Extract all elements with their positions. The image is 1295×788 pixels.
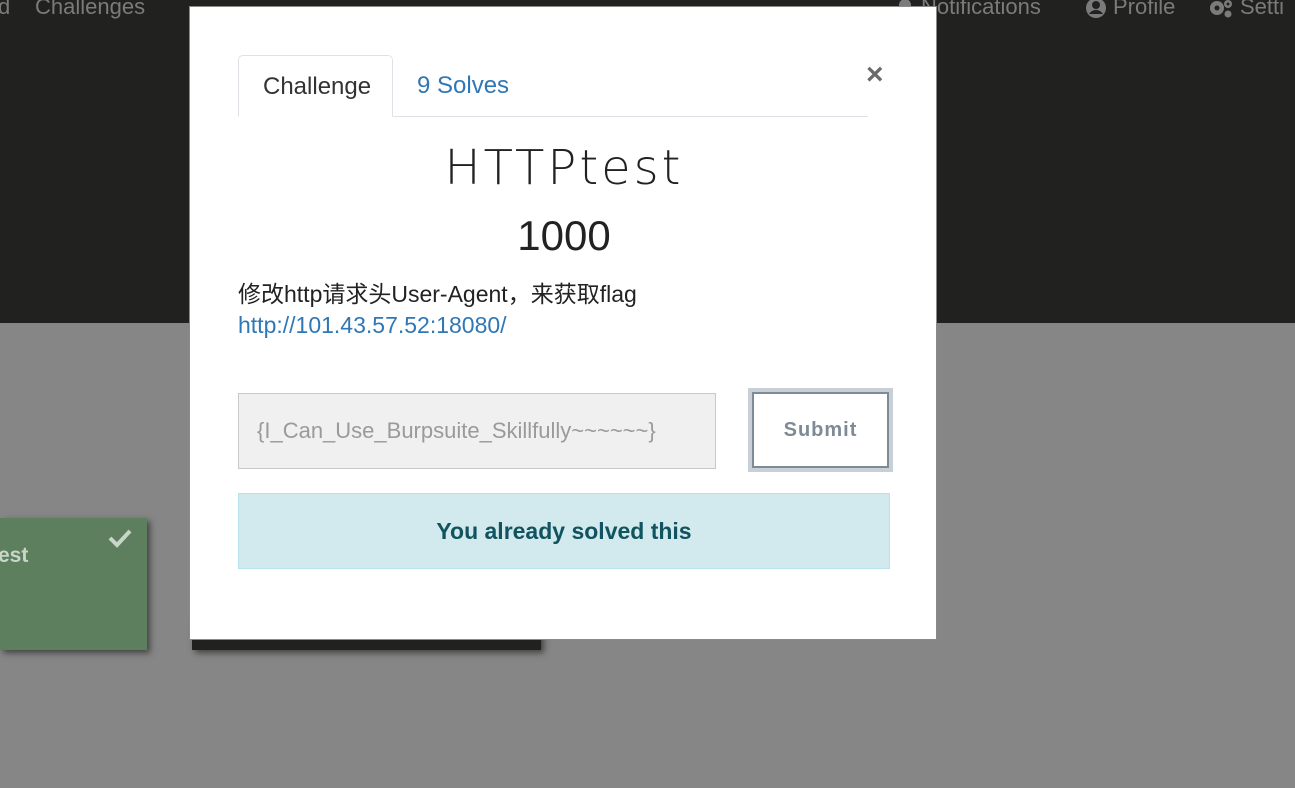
nav-item-profile[interactable]: Profile [1085, 0, 1175, 20]
tab-challenge[interactable]: Challenge [238, 55, 393, 117]
nav-settings-label: Setti [1240, 0, 1285, 19]
tab-solves[interactable]: 9 Solves [393, 55, 533, 116]
submit-button-label: Submit [752, 392, 889, 468]
nav-item-settings[interactable]: Setti [1208, 0, 1284, 20]
challenge-modal: Challenge 9 Solves × HTTPtest 1000 修改htt… [189, 6, 937, 640]
challenge-points: 1000 [517, 212, 611, 259]
flag-input[interactable]: {I_Can_Use_Burpsuite_Skillfully~~~~~~} [238, 393, 716, 469]
close-icon[interactable]: × [866, 57, 884, 93]
gears-icon [1210, 0, 1232, 18]
challenge-card-label: est [0, 544, 29, 567]
nav-item-challenges[interactable]: Challenges [35, 0, 145, 20]
challenge-link[interactable]: http://101.43.57.52:18080/ [238, 312, 507, 339]
flag-input-value: {I_Can_Use_Burpsuite_Skillfully~~~~~~} [257, 418, 656, 443]
user-circle-icon [1086, 0, 1106, 19]
nav-notifications-label: Notifications [921, 0, 1041, 19]
challenge-card-solved[interactable]: est [0, 518, 147, 650]
nav-profile-label: Profile [1113, 0, 1176, 19]
solved-notice: You already solved this [238, 493, 890, 569]
submit-button[interactable]: Submit [748, 388, 893, 472]
challenge-title: HTTPtest [444, 140, 684, 196]
nav-item-partial[interactable]: d [0, 0, 10, 20]
check-icon [108, 529, 132, 548]
modal-tabs: Challenge 9 Solves [238, 55, 868, 117]
challenge-description: 修改http请求头User-Agent，来获取flag [238, 281, 637, 307]
